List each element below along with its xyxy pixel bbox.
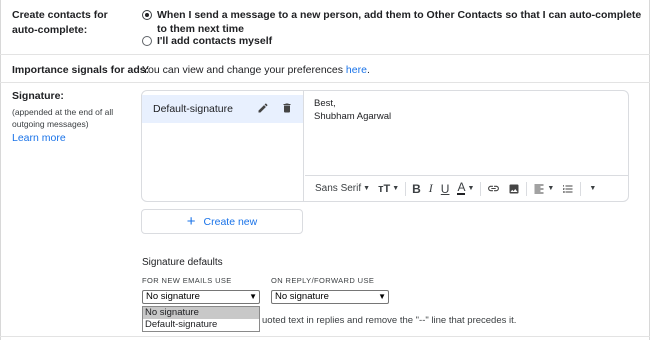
text-size-icon: тT	[378, 182, 391, 195]
dropdown-option[interactable]: Default-signature	[143, 319, 259, 331]
signature-defaults-title: Signature defaults	[142, 257, 223, 268]
toolbar-separator	[580, 181, 582, 196]
toolbar-separator	[405, 181, 407, 196]
create-new-button[interactable]: + Create new	[141, 209, 303, 234]
signature-item[interactable]: Default-signature	[142, 95, 303, 123]
italic-icon: I	[428, 181, 433, 195]
new-emails-value: No signature	[146, 291, 200, 302]
align-icon	[534, 184, 544, 193]
divider	[0, 54, 650, 55]
list-icon	[563, 184, 573, 193]
font-select[interactable]: Sans Serif ▼	[311, 179, 374, 199]
contacts-label: Create contacts for auto-complete:	[12, 9, 108, 36]
underline-icon: U	[440, 181, 450, 196]
link-icon	[488, 185, 500, 192]
ads-period: .	[366, 64, 370, 76]
image-button[interactable]	[504, 179, 524, 199]
radio-auto-add-label: When I send a message to a new person, a…	[157, 9, 642, 35]
reply-forward-label: ON REPLY/FORWARD USE	[271, 276, 375, 285]
ads-label: Importance signals for ads:	[12, 64, 150, 76]
list-button[interactable]	[558, 179, 578, 199]
more-formatting-button[interactable]: ▼	[583, 179, 600, 199]
align-button[interactable]: ▼	[529, 179, 558, 199]
create-new-label: Create new	[203, 215, 258, 228]
more-icon: ▼	[589, 185, 597, 192]
insert-before-quoted-text: uoted text in replies and remove the "--…	[262, 315, 517, 326]
chevron-down-icon: ▼	[249, 292, 257, 301]
delete-icon[interactable]	[281, 102, 293, 114]
radio-manual[interactable]	[142, 36, 152, 46]
bold-icon: B	[412, 181, 421, 196]
underline-button[interactable]: U	[437, 179, 454, 199]
radio-auto-add[interactable]	[142, 10, 152, 20]
dropdown-option[interactable]: No signature	[143, 307, 259, 319]
chevron-down-icon: ▼	[467, 185, 475, 192]
signature-item-name: Default-signature	[153, 103, 233, 115]
new-emails-select[interactable]: No signature ▼	[142, 290, 260, 304]
signature-label: Signature:	[12, 90, 64, 102]
signature-line-2: Shubham Agarwal	[314, 111, 392, 122]
toolbar-separator	[480, 181, 482, 196]
edit-icon[interactable]	[257, 102, 269, 114]
plus-icon: +	[186, 212, 196, 230]
signature-line-1: Best,	[314, 98, 336, 109]
text-color-button[interactable]: A ▼	[453, 179, 478, 199]
signature-list: Default-signature	[142, 91, 304, 201]
ads-description: You can view and change your preferences	[142, 64, 343, 76]
chevron-down-icon: ▼	[363, 185, 371, 192]
chevron-down-icon: ▼	[547, 185, 555, 192]
text-color-icon: A	[457, 180, 466, 195]
link-button[interactable]	[483, 179, 504, 199]
formatting-toolbar: Sans Serif ▼ тT ▼ B I U A ▼ ▼ ▼	[305, 175, 628, 201]
signature-sublabel-1: (appended at the end of all	[12, 107, 114, 117]
contacts-option-auto[interactable]: When I send a message to a new person, a…	[142, 8, 650, 36]
learn-more-link[interactable]: Learn more	[12, 132, 66, 144]
signature-content[interactable]: Best, Shubham Agarwal	[314, 97, 391, 123]
signature-editor: Default-signature Best, Shubham Agarwal …	[141, 90, 629, 202]
italic-button[interactable]: I	[425, 179, 437, 199]
bold-button[interactable]: B	[408, 179, 425, 199]
contacts-option-manual[interactable]: I'll add contacts myself	[142, 34, 650, 48]
ads-text: You can view and change your preferences…	[142, 64, 370, 76]
ads-preferences-link[interactable]: here	[346, 64, 367, 76]
image-icon	[509, 184, 519, 193]
reply-forward-value: No signature	[275, 291, 329, 302]
divider	[0, 336, 650, 337]
new-emails-dropdown: No signature Default-signature	[142, 306, 260, 332]
font-name: Sans Serif	[315, 183, 362, 194]
chevron-down-icon: ▼	[392, 185, 400, 192]
chevron-down-icon: ▼	[378, 292, 386, 301]
divider	[0, 82, 650, 83]
text-size-button[interactable]: тT ▼	[374, 179, 403, 199]
radio-manual-label: I'll add contacts myself	[157, 35, 273, 47]
reply-forward-select[interactable]: No signature ▼	[271, 290, 389, 304]
signature-sublabel-2: outgoing messages)	[12, 119, 89, 129]
new-emails-label: FOR NEW EMAILS USE	[142, 276, 232, 285]
toolbar-separator	[526, 181, 528, 196]
